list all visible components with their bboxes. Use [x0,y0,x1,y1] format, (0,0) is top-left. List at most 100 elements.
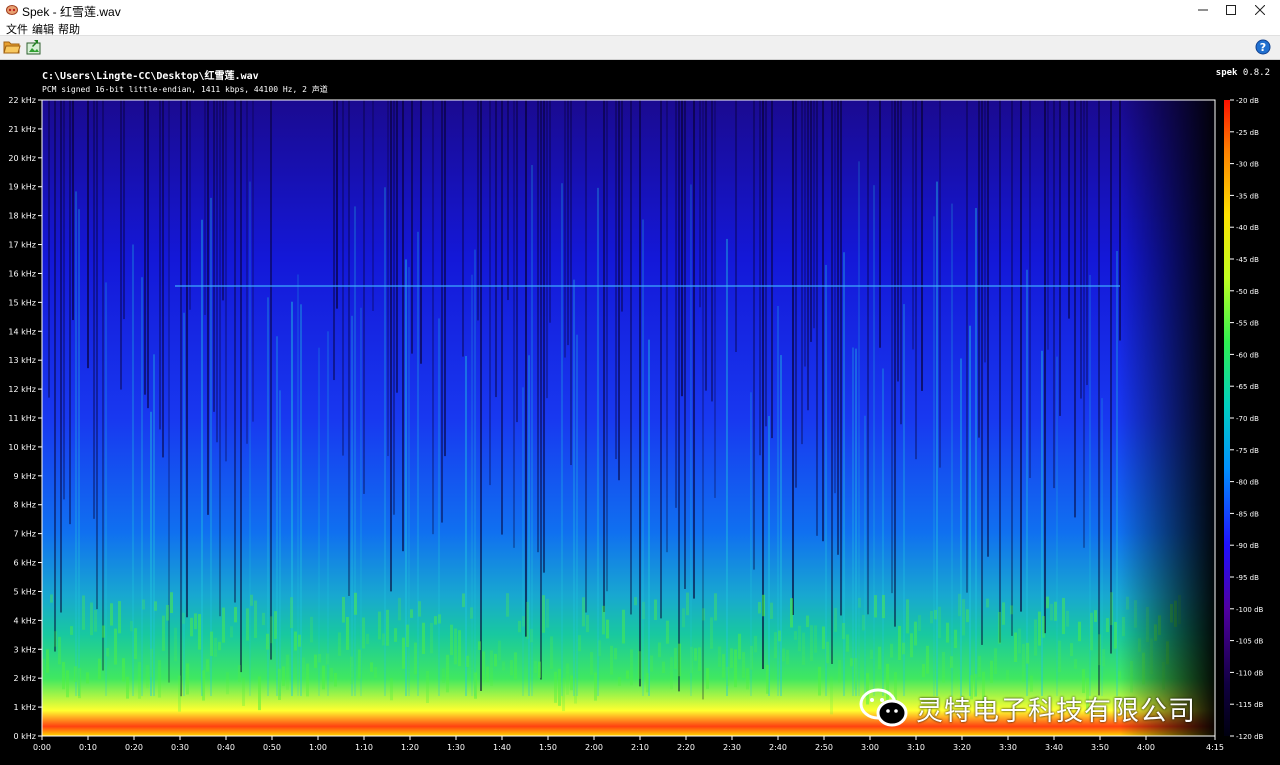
energy-band [226,672,229,695]
energy-band [330,667,333,682]
energy-band [1026,642,1029,664]
freq-tick-label: 22 kHz [8,96,36,105]
db-tick-label: -95 dB [1236,574,1259,582]
energy-band [338,632,341,656]
energy-band [170,592,173,614]
energy-band [246,608,249,641]
spectrogram-view[interactable]: 0 kHz 1 kHz 2 kHz 3 kHz 4 kHz 5 kHz 6 kHz 7 kHz… [0,0,1280,765]
energy-band [758,601,761,614]
energy-band [514,652,517,680]
freq-tick-label: 0 kHz [14,732,36,741]
energy-band [754,635,757,653]
dark-streak [999,100,1001,643]
bright-streak [474,249,476,696]
energy-band [370,662,373,672]
dark-streak [60,100,62,613]
energy-band [622,609,625,644]
time-tick-label: 0:10 [79,743,97,752]
dark-streak [204,100,206,315]
energy-band [102,625,105,638]
energy-band [1110,592,1113,626]
dark-streak [402,100,404,552]
db-tick-label: -110 dB [1236,669,1264,677]
bright-streak [141,277,143,696]
energy-band [150,648,153,678]
dark-streak [144,100,146,395]
energy-band [646,673,649,693]
energy-band [874,595,877,618]
energy-band [114,628,117,665]
time-axis: 0:00 0:10 0:20 0:30 0:40 0:50 1:00 1:10 1:20 1:30… [33,736,1224,752]
energy-band [714,593,717,621]
dark-streak [507,100,509,301]
dark-streak [792,100,794,615]
dark-streak [189,100,191,310]
time-tick-label: 0:20 [125,743,143,752]
dark-streak [921,100,923,391]
energy-band [806,615,809,628]
dark-streak [54,100,56,652]
db-tick-label: -35 dB [1236,192,1259,200]
energy-band [802,632,805,665]
freq-tick-label: 17 kHz [8,241,36,250]
energy-band [826,641,829,664]
energy-band [58,636,61,665]
time-tick-label: 3:00 [861,743,879,752]
energy-band [942,651,945,683]
energy-band [558,668,561,706]
dark-streak [549,100,551,323]
energy-band [774,632,777,659]
energy-band [926,645,929,674]
dark-streak [615,100,617,460]
energy-band [286,654,289,690]
energy-band [586,614,589,633]
dark-streak [837,100,839,555]
bright-streak [351,315,353,696]
bright-streak [858,161,860,696]
freq-tick-label: 7 kHz [14,530,36,539]
dark-streak [801,100,803,445]
energy-band [258,676,261,711]
dark-streak [222,100,224,301]
freq-tick-label: 21 kHz [8,125,36,134]
dark-streak [93,100,95,519]
energy-band [710,617,713,649]
energy-band [438,614,441,624]
dark-streak [432,100,434,535]
energy-band [674,647,677,669]
energy-band [778,630,781,642]
bright-streak [576,334,578,696]
freq-tick-label: 1 kHz [14,703,36,712]
bright-streak [855,348,857,696]
bright-streak [153,354,155,696]
energy-band [346,617,349,650]
dark-streak [1080,100,1082,399]
energy-band [598,640,601,657]
energy-band [922,664,925,678]
dark-streak [396,100,398,393]
energy-band [454,628,457,665]
time-tick-label: 2:30 [723,743,741,752]
energy-band [782,648,785,662]
energy-band [574,678,577,704]
energy-band [470,607,473,619]
dark-streak [585,100,587,613]
energy-band [238,665,241,682]
dark-streak [159,100,161,430]
dark-streak [666,100,668,553]
dark-streak [699,100,701,308]
bright-streak [210,197,212,696]
energy-band [1018,628,1021,654]
time-tick-label: 3:10 [907,743,925,752]
energy-band [606,619,609,639]
bright-streak [354,206,356,696]
energy-band [490,650,493,686]
time-tick-label: 0:30 [171,743,189,752]
energy-band [62,661,65,690]
dark-streak [813,100,815,329]
dark-streak [795,100,797,488]
db-tick-label: -50 dB [1236,288,1259,296]
dark-streak [186,100,188,618]
db-tick-label: -30 dB [1236,161,1259,169]
energy-band [798,625,801,652]
